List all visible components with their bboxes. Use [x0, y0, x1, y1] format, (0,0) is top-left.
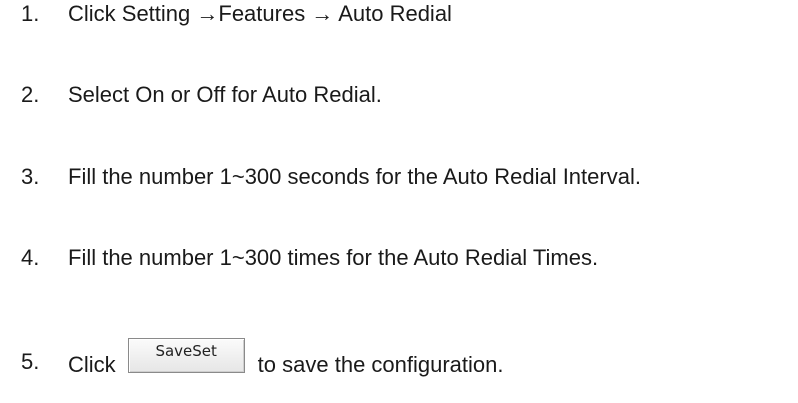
- step-number: 3.: [21, 164, 40, 189]
- step-text: Click SaveSet to save the configuration.: [68, 338, 504, 377]
- step-number: 2.: [21, 82, 40, 107]
- step-text-after: to save the configuration.: [257, 351, 504, 377]
- step-number: 1.: [21, 1, 40, 26]
- saveset-button[interactable]: SaveSet: [127, 338, 245, 373]
- step-text-before: Click: [68, 351, 116, 377]
- step-number: 5.: [21, 349, 40, 374]
- step-number: 4.: [21, 245, 40, 270]
- step-text: Fill the number 1~300 seconds for the Au…: [68, 164, 641, 189]
- step-text: Select On or Off for Auto Redial.: [68, 82, 382, 107]
- step-text: Click Setting →Features → Auto Redial: [68, 1, 452, 26]
- step-text: Fill the number 1~300 times for the Auto…: [68, 245, 599, 270]
